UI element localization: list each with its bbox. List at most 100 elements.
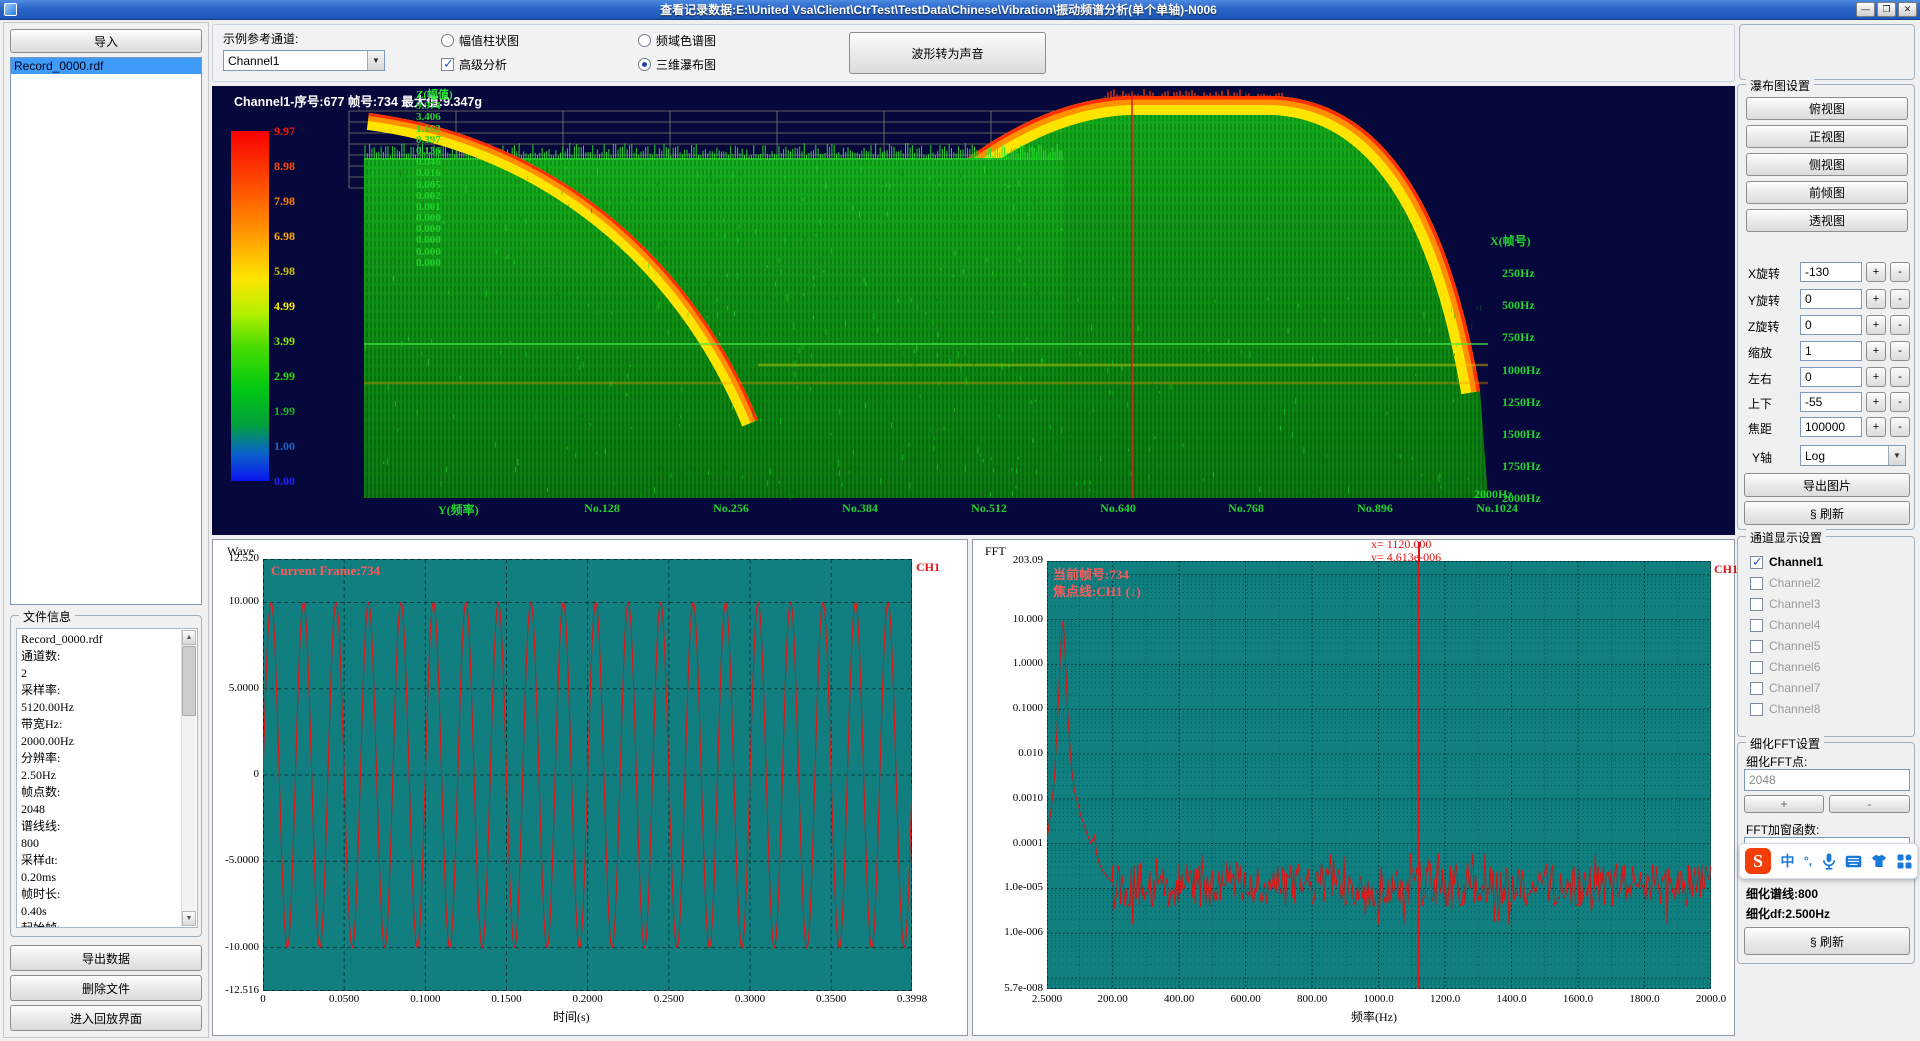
spinner-input-上下[interactable]: -55 [1800, 392, 1862, 412]
spinner-input-焦距[interactable]: 100000 [1800, 417, 1862, 437]
fft-x-tick: 1200.0 [1430, 993, 1460, 1005]
microphone-icon[interactable] [1822, 853, 1836, 870]
ime-toolbar[interactable]: S 中 °, [1739, 843, 1918, 879]
spinner-minus-button[interactable]: - [1890, 341, 1910, 361]
spinner-minus-button[interactable]: - [1890, 367, 1910, 387]
wave-plot-area[interactable]: Current Frame:734 [263, 559, 912, 991]
spinner-plus-button[interactable]: + [1866, 315, 1886, 335]
spinner-plus-button[interactable]: + [1866, 392, 1886, 412]
fft-x-tick: 2000.0 [1696, 993, 1726, 1005]
toolbar-option-高级分析[interactable]: 高级分析 [441, 56, 507, 73]
export-data-button[interactable]: 导出数据 [10, 945, 202, 971]
fft-refresh-button[interactable]: § 刷新 [1744, 927, 1910, 955]
chevron-down-icon[interactable]: ▼ [367, 51, 384, 70]
chinese-mode-icon[interactable]: 中 [1780, 851, 1794, 871]
channel-checkbox-row[interactable]: Channel6 [1750, 660, 1820, 674]
spinner-plus-button[interactable]: + [1866, 262, 1886, 282]
channel-checkbox-row[interactable]: Channel4 [1750, 618, 1820, 632]
spinner-plus-button[interactable]: + [1866, 417, 1886, 437]
file-list[interactable]: Record_0000.rdf [10, 57, 202, 605]
channel-checkbox-row[interactable]: Channel5 [1750, 639, 1820, 653]
fft-plot-area[interactable]: 当前帧号:734 焦点线:CH1 (↓) [1047, 561, 1711, 989]
scroll-thumb[interactable] [182, 646, 196, 716]
waterfall-refresh-button[interactable]: § 刷新 [1744, 501, 1910, 525]
import-button[interactable]: 导入 [10, 29, 202, 53]
spinner-input-Y旋转[interactable]: 0 [1800, 289, 1862, 309]
view-button-4[interactable]: 前倾图 [1746, 181, 1908, 204]
channel-checkbox-row[interactable]: Channel8 [1750, 702, 1820, 716]
spinner-minus-button[interactable]: - [1890, 289, 1910, 309]
toolbar-option-label: 高级分析 [459, 56, 507, 73]
radio-icon[interactable] [638, 58, 651, 71]
app-icon [4, 3, 17, 16]
file-info-line: 帧点数: [21, 784, 179, 801]
fft-points-plus-button[interactable]: + [1744, 795, 1824, 813]
sogou-logo[interactable]: S [1745, 848, 1771, 874]
spinner-minus-button[interactable]: - [1890, 315, 1910, 335]
channel-checkbox-row[interactable]: Channel7 [1750, 681, 1820, 695]
checkbox-icon[interactable] [1750, 640, 1763, 653]
checkbox-icon[interactable] [1750, 598, 1763, 611]
view-button-3[interactable]: 侧视图 [1746, 153, 1908, 176]
colorbar-tick: 6.98 [274, 229, 295, 244]
spinner-input-缩放[interactable]: 1 [1800, 341, 1862, 361]
view-button-5[interactable]: 透视图 [1746, 209, 1908, 232]
fft-y-tick: 0.0010 [973, 792, 1043, 804]
channel-select[interactable]: Channel1 ▼ [223, 50, 385, 71]
checkbox-icon[interactable] [441, 58, 454, 71]
spinner-input-Z旋转[interactable]: 0 [1800, 315, 1862, 335]
checkbox-icon[interactable] [1750, 577, 1763, 590]
spinner-plus-button[interactable]: + [1866, 367, 1886, 387]
keyboard-icon[interactable] [1845, 855, 1862, 868]
scroll-up-icon[interactable]: ▲ [182, 630, 196, 645]
channel-label: Channel6 [1769, 660, 1820, 674]
toolbar-option-频域色谱图[interactable]: 频域色谱图 [638, 32, 716, 49]
spinner-minus-button[interactable]: - [1890, 417, 1910, 437]
channel-label: Channel4 [1769, 618, 1820, 632]
fft-window-label: FFT加窗函数: [1746, 821, 1819, 838]
channel-checkbox-row[interactable]: Channel2 [1750, 576, 1820, 590]
view-button-2[interactable]: 正视图 [1746, 125, 1908, 148]
spinner-minus-button[interactable]: - [1890, 392, 1910, 412]
export-image-button[interactable]: 导出图片 [1744, 473, 1910, 497]
spinner-plus-button[interactable]: + [1866, 341, 1886, 361]
enter-replay-button[interactable]: 进入回放界面 [10, 1005, 202, 1031]
channel-checkbox-row[interactable]: Channel1 [1750, 555, 1823, 569]
toolbar-option-label: 幅值柱状图 [459, 32, 519, 49]
view-button-1[interactable]: 俯视图 [1746, 97, 1908, 120]
fft-points-minus-button[interactable]: - [1829, 795, 1910, 813]
fft-points-input[interactable]: 2048 [1744, 769, 1910, 791]
skin-icon[interactable] [1871, 854, 1887, 868]
channel-checkbox-row[interactable]: Channel3 [1750, 597, 1820, 611]
spinner-input-左右[interactable]: 0 [1800, 367, 1862, 387]
spinner-input-X旋转[interactable]: -130 [1800, 262, 1862, 282]
scroll-down-icon[interactable]: ▼ [182, 911, 196, 926]
checkbox-icon[interactable] [1750, 619, 1763, 632]
chevron-down-icon[interactable]: ▼ [1888, 446, 1905, 465]
checkbox-icon[interactable] [1750, 556, 1763, 569]
wave-x-tick: 0.0500 [329, 993, 359, 1005]
file-list-item[interactable]: Record_0000.rdf [11, 58, 201, 74]
yaxis-select[interactable]: Log ▼ [1800, 445, 1906, 466]
checkbox-icon[interactable] [1750, 661, 1763, 674]
checkbox-icon[interactable] [1750, 682, 1763, 695]
radio-icon[interactable] [441, 34, 454, 47]
wave-to-sound-button[interactable]: 波形转为声音 [849, 32, 1046, 74]
channel-label: Channel7 [1769, 681, 1820, 695]
waterfall-panel[interactable]: Channel1-序号:677 帧号:734 最大值:9.347g Z(幅值)9… [212, 86, 1735, 535]
file-info-scrollbar[interactable]: ▲ ▼ [181, 630, 196, 926]
toolbar-option-三维瀑布图[interactable]: 三维瀑布图 [638, 56, 716, 73]
toolbar-option-幅值柱状图[interactable]: 幅值柱状图 [441, 32, 519, 49]
spinner-plus-button[interactable]: + [1866, 289, 1886, 309]
punctuation-icon[interactable]: °, [1804, 854, 1812, 868]
frame-tick: No.256 [713, 501, 749, 516]
maximize-button[interactable]: ❐ [1877, 2, 1896, 17]
minimize-button[interactable]: — [1856, 2, 1875, 17]
spinner-minus-button[interactable]: - [1890, 262, 1910, 282]
wave-y-tick: 0 [213, 768, 259, 780]
radio-icon[interactable] [638, 34, 651, 47]
close-button[interactable]: ✕ [1898, 2, 1917, 17]
checkbox-icon[interactable] [1750, 703, 1763, 716]
toolbox-icon[interactable] [1897, 854, 1912, 869]
delete-file-button[interactable]: 删除文件 [10, 975, 202, 1001]
